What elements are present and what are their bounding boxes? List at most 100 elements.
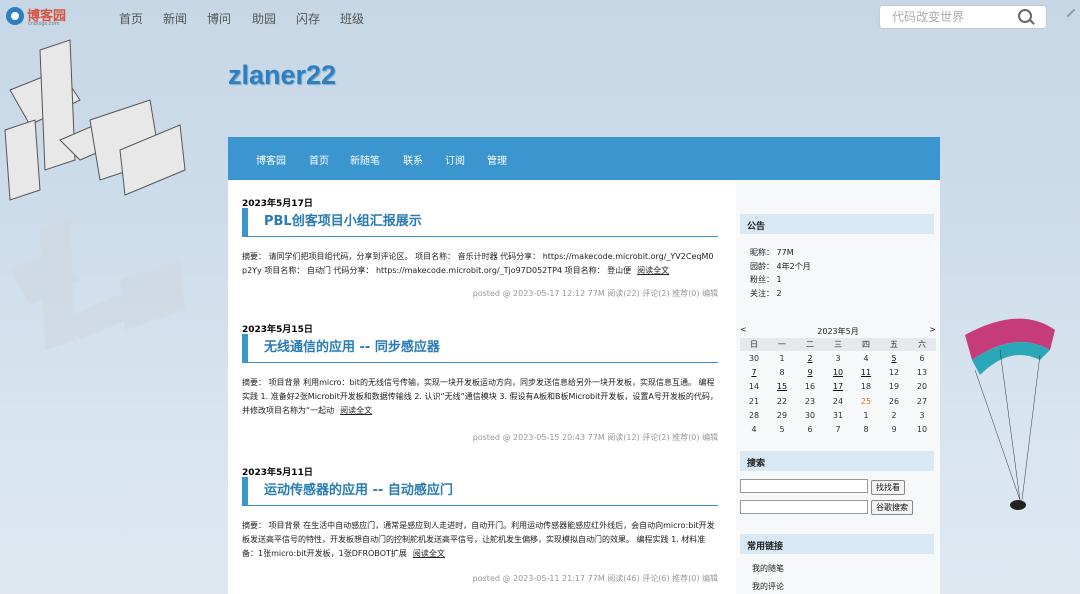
- topnav-link-support[interactable]: 助园: [252, 10, 276, 27]
- sidebar-search-input[interactable]: [740, 479, 868, 493]
- search-icon[interactable]: [1018, 9, 1032, 23]
- calendar-day: 13: [916, 367, 928, 377]
- read-more-link[interactable]: 阅读全文: [413, 549, 445, 558]
- profile-fans[interactable]: 粉丝： 1: [750, 273, 811, 287]
- calendar-day-link[interactable]: 17: [824, 380, 852, 394]
- calendar-day: 29: [776, 410, 788, 420]
- calendar-day-link[interactable]: 10: [824, 365, 852, 379]
- calendar-day: 3: [835, 353, 841, 363]
- calendar-day-link[interactable]: 5: [880, 351, 908, 365]
- calendar-day: 22: [776, 396, 788, 406]
- calendar-day: 3: [919, 410, 925, 420]
- google-search-button[interactable]: 谷歌搜索: [871, 500, 913, 515]
- sidebar-google-input[interactable]: [740, 500, 868, 514]
- calendar-day-link[interactable]: 7: [740, 365, 768, 379]
- post-title-link[interactable]: 无线通信的应用 -- 同步感应器: [264, 336, 440, 355]
- calendar: < 2023年5月 > 日一二三四五六 30 1 2 3 4 5 6 7 8 9 10 11 12 13 1…: [740, 324, 936, 437]
- post-title-bar: 运动传感器的应用 -- 自动感应门: [242, 477, 718, 506]
- calendar-day-link[interactable]: 9: [796, 365, 824, 379]
- blognav-home[interactable]: 首页: [309, 152, 329, 167]
- calendar-day: 5: [779, 425, 785, 435]
- topnav-link-ing[interactable]: 闪存: [296, 10, 320, 27]
- calendar-weekday: 六: [908, 338, 936, 351]
- calendar-day: 28: [748, 410, 760, 420]
- blognav-subscribe[interactable]: 订阅: [445, 152, 465, 167]
- blog-title[interactable]: zlaner22: [228, 60, 336, 91]
- read-more-link[interactable]: 阅读全文: [340, 406, 372, 415]
- blognav-new-post[interactable]: 新随笔: [350, 152, 380, 167]
- pencil-icon[interactable]: [1066, 8, 1076, 18]
- site-search-input[interactable]: [890, 9, 1014, 25]
- post-item: 2023年5月17日 PBL创客项目小组汇报展示 摘要： 请同学们把项目组代码，…: [242, 196, 718, 316]
- my-posts-link[interactable]: 我的随笔: [752, 563, 784, 574]
- blognav-contact[interactable]: 联系: [403, 152, 423, 167]
- post-title-link[interactable]: PBL创客项目小组汇报展示: [264, 210, 422, 229]
- calendar-day: 2: [891, 410, 897, 420]
- site-search-box: [880, 6, 1046, 28]
- find-button[interactable]: 找找看: [871, 480, 905, 495]
- calendar-day: 10: [916, 425, 928, 435]
- post-meta: posted @ 2023-05-11 21:17 77M 阅读(46) 评论(…: [472, 574, 718, 583]
- calendar-weekday: 二: [796, 338, 824, 351]
- calendar-weekday: 四: [852, 338, 880, 351]
- my-comments-link[interactable]: 我的评论: [752, 581, 784, 592]
- calendar-day: 24: [832, 396, 844, 406]
- topnav-link-news[interactable]: 新闻: [163, 10, 187, 27]
- calendar-day: 4: [751, 425, 757, 435]
- calendar-weekday: 五: [880, 338, 908, 351]
- blog-navbar: 博客园 首页 新随笔 联系 订阅 管理: [228, 137, 940, 180]
- calendar-weekday: 一: [768, 338, 796, 351]
- calendar-day: 14: [748, 382, 760, 392]
- links-header: 常用链接: [740, 534, 934, 554]
- calendar-day-link[interactable]: 15: [768, 380, 796, 394]
- topnav-link-questions[interactable]: 博问: [207, 10, 231, 27]
- search-header: 搜索: [740, 451, 934, 471]
- top-navbar: 博客园 cnblogs.com 首页 新闻 博问 助园 闪存 班级: [0, 0, 1080, 36]
- calendar-month: 2023年5月: [817, 327, 859, 336]
- blognav-cnblogs[interactable]: 博客园: [256, 152, 286, 167]
- sidebar: 公告 昵称： 77M 园龄： 4年2个月 粉丝： 1 关注： 2 < 2023年…: [736, 180, 940, 594]
- post-title-link[interactable]: 运动传感器的应用 -- 自动感应门: [264, 479, 453, 498]
- calendar-day: 8: [863, 425, 869, 435]
- calendar-day: 20: [916, 382, 928, 392]
- calendar-day: 4: [863, 353, 869, 363]
- post-summary: 摘要： 请同学们把项目组代码，分享到评论区。 项目名称： 音乐计时器 代码分享：…: [242, 250, 718, 278]
- calendar-day: 25: [860, 396, 872, 406]
- post-list: 2023年5月17日 PBL创客项目小组汇报展示 摘要： 请同学们把项目组代码，…: [228, 180, 736, 594]
- post-meta: posted @ 2023-05-15 20:43 77M 阅读(12) 评论(…: [472, 433, 718, 442]
- calendar-table: 日一二三四五六 30 1 2 3 4 5 6 7 8 9 10 11 12 13 14 15 16 17 18 19 2…: [740, 338, 936, 437]
- background-sculpture-art: [4, 39, 186, 350]
- post-summary: 摘要： 项目背景 利用micro：bit的无线信号传输，实现一块开发板运动方向，…: [242, 376, 718, 418]
- calendar-day: 6: [919, 353, 925, 363]
- calendar-day: 1: [779, 353, 785, 363]
- post-meta: posted @ 2023-05-17 12:12 77M 阅读(22) 评论(…: [472, 289, 718, 298]
- calendar-day: 30: [748, 353, 760, 363]
- calendar-day: 19: [888, 382, 900, 392]
- calendar-day: 31: [832, 410, 844, 420]
- profile-info: 昵称： 77M 园龄： 4年2个月 粉丝： 1 关注： 2: [750, 246, 811, 300]
- calendar-day: 8: [779, 367, 785, 377]
- calendar-day: 18: [860, 382, 872, 392]
- calendar-weekday: 三: [824, 338, 852, 351]
- calendar-next-button[interactable]: >: [929, 325, 936, 334]
- calendar-day: 12: [888, 367, 900, 377]
- search-title: 搜索: [747, 459, 766, 469]
- calendar-day-link[interactable]: 11: [852, 365, 880, 379]
- profile-follow[interactable]: 关注： 2: [750, 287, 811, 301]
- calendar-day: 27: [916, 396, 928, 406]
- calendar-day: 1: [863, 410, 869, 420]
- notice-title: 公告: [747, 222, 766, 232]
- site-logo[interactable]: 博客园 cnblogs.com: [6, 7, 66, 27]
- post-title-bar: PBL创客项目小组汇报展示: [242, 208, 718, 237]
- post-summary: 摘要： 项目背景 在生活中自动感应门，通常是感应到人走进时，自动开门。利用运动传…: [242, 519, 718, 561]
- topnav-link-home[interactable]: 首页: [119, 10, 143, 27]
- calendar-day-link[interactable]: 2: [796, 351, 824, 365]
- calendar-day: 23: [804, 396, 816, 406]
- post-summary-text: 摘要： 项目背景 利用micro：bit的无线信号传输，实现一块开发板运动方向，…: [242, 378, 718, 415]
- blognav-manage[interactable]: 管理: [487, 152, 507, 167]
- topnav-link-class[interactable]: 班级: [340, 10, 364, 27]
- post-item: 2023年5月15日 无线通信的应用 -- 同步感应器 摘要： 项目背景 利用m…: [242, 322, 718, 452]
- profile-nickname[interactable]: 昵称： 77M: [750, 246, 811, 260]
- read-more-link[interactable]: 阅读全文: [637, 266, 669, 275]
- logo-icon: [6, 7, 24, 25]
